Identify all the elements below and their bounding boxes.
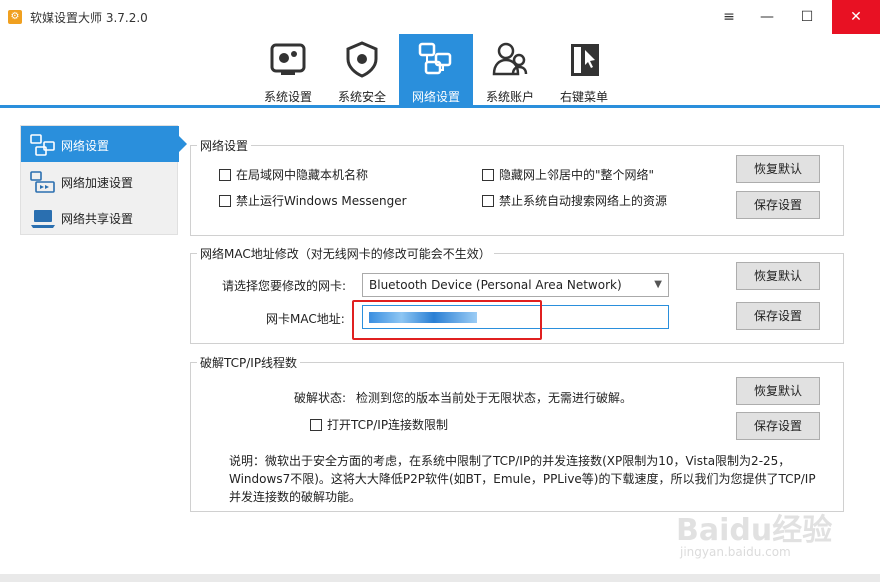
mac-restore-default-button[interactable]: 恢复默认 [736,262,820,290]
watermark-url: jingyan.baidu.com [680,545,791,559]
tab-label: 系统设置 [263,90,312,104]
minimize-button[interactable]: — [748,0,786,34]
users-icon [492,42,528,76]
note-line: Windows7不限)。这将大大降低P2P软件(如BT，Emule，PPLive… [229,472,816,486]
hide-computer-name-checkbox[interactable]: 在局域网中隐藏本机名称 [219,166,368,183]
tab-context-menu[interactable]: 右键菜单 [547,34,621,105]
close-button[interactable]: ✕ [832,0,880,34]
shield-icon [346,41,378,78]
open-tcp-limit-checkbox[interactable]: 打开TCP/IP连接数限制 [310,416,448,433]
checkbox-box [310,418,322,431]
adapter-select-value: Bluetooth Device (Personal Area Network) [369,278,622,292]
checkbox-label: 在局域网中隐藏本机名称 [236,168,369,182]
bottom-strip [0,574,880,582]
sidebar-item-label: 网络设置 [61,139,110,153]
checkbox-box [482,194,494,207]
checkbox-label: 打开TCP/IP连接数限制 [327,418,449,432]
tab-label: 右键菜单 [559,90,608,104]
title-bar: ⚙ 软媒设置大师 3.7.2.0 ≡ — ☐ ✕ [0,0,880,34]
mac-save-button[interactable]: 保存设置 [736,302,820,330]
tcp-restore-default-button[interactable]: 恢复默认 [736,377,820,405]
main-toolbar: 系统设置 系统安全 网络设置 系统账户 右键菜单 [0,34,880,108]
checkbox-label: 禁止运行Windows Messenger [236,194,407,208]
checkbox-box [219,168,231,181]
crack-status-label: 破解状态: [294,391,347,405]
hide-entire-network-checkbox[interactable]: 隐藏网上邻居中的"整个网络" [482,166,654,183]
highlight-box [352,300,542,340]
cursor-menu-icon [571,44,599,76]
adapter-label: 请选择您要修改的网卡: [222,279,347,293]
crack-status-value: 检测到您的版本当前处于无限状态，无需进行破解。 [356,391,633,405]
network-icon [418,42,452,75]
active-indicator [179,136,187,152]
tcp-save-button[interactable]: 保存设置 [736,412,820,440]
sidebar-item-network-settings[interactable]: 网络设置 [21,126,187,162]
network-icon [30,134,55,156]
chevron-down-icon: ▼ [654,279,662,290]
maximize-button[interactable]: ☐ [788,0,826,34]
tab-system-accounts[interactable]: 系统账户 [473,34,547,105]
checkbox-label: 禁止系统自动搜索网络上的资源 [499,194,668,208]
group-title: 网络MAC地址修改（对无线网卡的修改可能会不生效） [197,245,494,262]
watermark-brand: Baidu经验 [676,513,833,548]
group-title: 网络设置 [197,137,252,154]
tab-label: 网络设置 [411,90,460,104]
network-save-button[interactable]: 保存设置 [736,191,820,219]
system-settings-icon [270,43,306,75]
sidebar-item-label: 网络共享设置 [61,212,134,226]
tab-label: 系统账户 [485,90,534,104]
checkbox-box [482,168,494,181]
tab-system-security[interactable]: 系统安全 [325,34,399,105]
note-line: 说明：微软出于安全方面的考虑，在系统中限制了TCP/IP的并发连接数(XP限制为… [229,454,791,468]
menu-button[interactable]: ≡ [710,0,748,34]
note-line: 并发连接数的破解功能。 [229,490,362,504]
checkbox-box [219,194,231,207]
disable-auto-search-checkbox[interactable]: 禁止系统自动搜索网络上的资源 [482,192,667,209]
tab-network-settings[interactable]: 网络设置 [399,34,473,105]
tcp-note: 说明：微软出于安全方面的考虑，在系统中限制了TCP/IP的并发连接数(XP限制为… [229,452,829,506]
laptop-share-icon [31,210,55,228]
group-title: 破解TCP/IP线程数 [197,354,301,371]
sidebar: 网络设置 网络加速设置 网络共享设置 [20,125,187,235]
checkbox-label: 隐藏网上邻居中的"整个网络" [499,168,655,182]
sidebar-item-label: 网络加速设置 [61,176,134,190]
window-title: 软媒设置大师 3.7.2.0 [30,11,148,25]
network-restore-default-button[interactable]: 恢复默认 [736,155,820,183]
tab-system-settings[interactable]: 系统设置 [251,34,325,105]
disable-messenger-checkbox[interactable]: 禁止运行Windows Messenger [219,192,407,209]
app-icon: ⚙ [8,10,22,24]
mac-label: 网卡MAC地址: [266,312,345,326]
network-speed-icon [30,171,55,193]
adapter-select[interactable]: Bluetooth Device (Personal Area Network)… [362,273,669,297]
sidebar-item-network-sharing[interactable]: 网络共享设置 [21,199,179,235]
tab-label: 系统安全 [337,90,386,104]
baidu-watermark: Baidu经验 jingyan.baidu.com [676,505,876,575]
sidebar-item-network-acceleration[interactable]: 网络加速设置 [21,163,179,199]
